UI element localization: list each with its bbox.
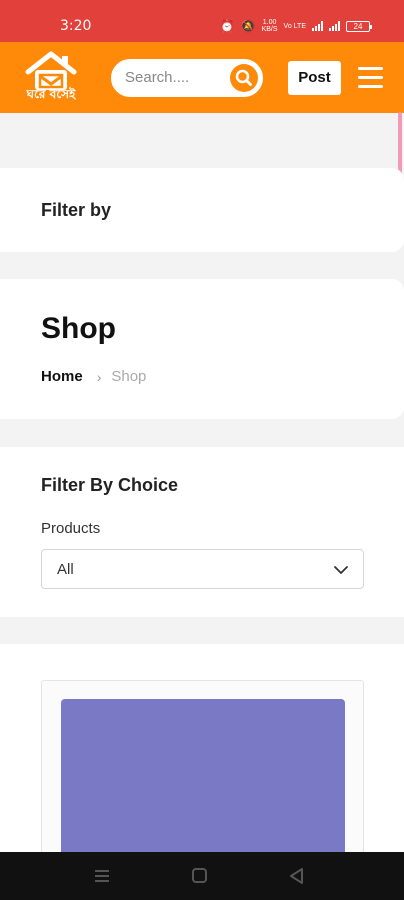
search-button[interactable]	[230, 64, 258, 92]
signal-icon-2	[329, 21, 340, 31]
hamburger-menu-icon[interactable]	[358, 67, 383, 89]
status-time: 3:20	[60, 18, 92, 34]
products-label: Products	[41, 520, 101, 537]
logo-text: ঘরে বসেই	[26, 87, 76, 101]
battery-icon: 24	[346, 20, 372, 32]
system-nav-bar	[0, 852, 404, 900]
logo[interactable]: ঘরে বসেই	[18, 50, 84, 108]
net-speed-value: 1.00	[262, 19, 277, 26]
breadcrumb-home-link[interactable]: Home	[41, 368, 83, 385]
product-image[interactable]	[61, 699, 345, 859]
search-icon	[235, 69, 252, 86]
net-speed: 1.00 KB/S	[262, 19, 278, 33]
search-bar	[111, 59, 263, 97]
home-square-icon[interactable]	[190, 867, 210, 885]
app-header: ঘরে বসেই Post	[0, 42, 404, 113]
filter-choice-section: Filter By Choice Products All	[0, 447, 404, 617]
page-title: Shop	[41, 312, 116, 345]
alarm-icon: ⏰	[219, 19, 235, 33]
search-input[interactable]	[125, 69, 230, 86]
filter-by-title[interactable]: Filter by	[41, 200, 111, 221]
product-list-section	[0, 644, 404, 860]
breadcrumb: Home › Shop	[41, 368, 146, 385]
signal-icon	[312, 21, 323, 31]
status-bar: 3:20 ⏰ 🔕 1.00 KB/S Vo LTE 24	[0, 0, 404, 42]
breadcrumb-current: Shop	[111, 368, 147, 385]
shop-header-section: Shop Home › Shop	[0, 279, 404, 419]
back-triangle-icon[interactable]	[287, 867, 307, 885]
filter-choice-title: Filter By Choice	[41, 475, 179, 495]
network-type: Vo LTE	[283, 22, 306, 30]
products-select[interactable]: All	[41, 549, 364, 589]
chevron-right-icon: ›	[96, 368, 102, 385]
product-card[interactable]	[41, 680, 364, 860]
net-speed-unit: KB/S	[261, 26, 278, 33]
bell-off-icon: 🔕	[240, 19, 256, 33]
status-icons: ⏰ 🔕 1.00 KB/S Vo LTE 24	[219, 19, 372, 33]
products-selected-value: All	[57, 561, 74, 578]
chevron-down-icon	[334, 566, 348, 574]
post-button[interactable]: Post	[288, 61, 341, 95]
filter-by-section: Filter by	[0, 168, 404, 252]
recent-apps-icon[interactable]	[92, 867, 112, 885]
